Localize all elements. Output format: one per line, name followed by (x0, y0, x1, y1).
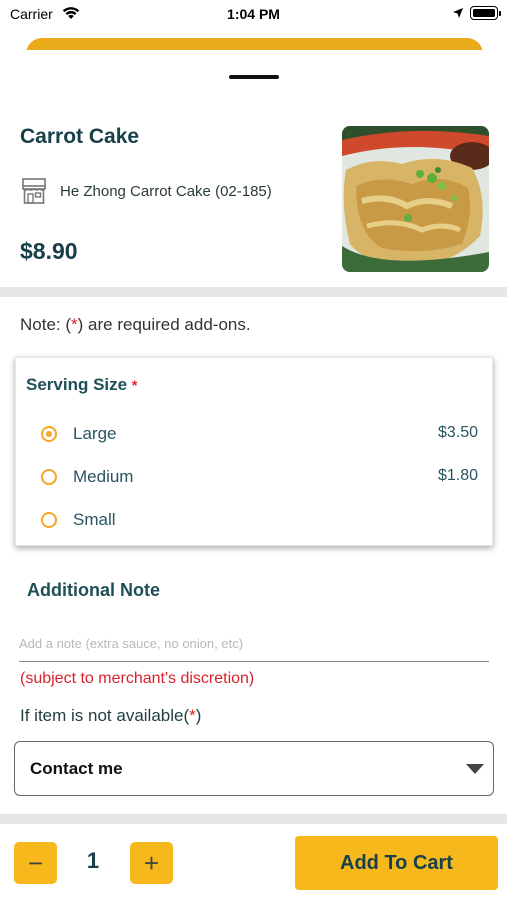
option-price: $3.50 (437, 424, 478, 441)
radio-selected-icon[interactable] (41, 426, 57, 442)
status-bar: Carrier 1:04 PM (0, 0, 507, 30)
required-note-suffix: ) are required add-ons. (77, 315, 251, 334)
required-star: * (189, 706, 196, 725)
required-star: * (131, 377, 138, 393)
option-medium[interactable]: Medium $1.80 (16, 462, 494, 492)
serving-size-card: Serving Size * Large $3.50 Medium $1.80 … (15, 357, 493, 546)
radio-icon[interactable] (41, 512, 57, 528)
increment-button[interactable]: + (130, 842, 173, 884)
option-price: $1.80 (437, 467, 478, 484)
radio-icon[interactable] (41, 469, 57, 485)
status-time: 1:04 PM (227, 6, 280, 22)
required-note-prefix: Note: ( (20, 315, 72, 334)
sheet-body-top (0, 50, 507, 60)
additional-note-title: Additional Note (27, 580, 160, 600)
add-to-cart-button[interactable]: Add To Cart (295, 836, 498, 890)
note-input[interactable] (19, 626, 489, 662)
decrement-button[interactable]: − (14, 842, 57, 884)
item-title: Carrot Cake (20, 125, 140, 148)
discretion-disclaimer: (subject to merchant's discretion) (20, 670, 255, 687)
store-icon (22, 178, 46, 204)
battery-icon (470, 6, 501, 20)
option-label: Small (73, 510, 116, 529)
merchant-name: He Zhong Carrot Cake (02-185) (60, 183, 272, 200)
serving-size-label: Serving Size (26, 375, 128, 394)
serving-size-title: Serving Size * (26, 375, 137, 395)
required-star: * (71, 315, 78, 334)
required-note: Note: (*) are required add-ons. (20, 315, 251, 335)
food-photo (342, 126, 489, 272)
location-arrow-icon (453, 8, 463, 18)
item-price: $8.90 (20, 238, 78, 264)
option-label: Medium (73, 467, 134, 486)
select-value: Contact me (30, 759, 123, 778)
option-large[interactable]: Large $3.50 (16, 419, 494, 449)
unavailable-label: If item is not available(*) (20, 706, 201, 726)
unavailable-label-text: If item is not available( (20, 706, 190, 725)
quantity-value: 1 (86, 848, 100, 873)
unavailable-select[interactable]: Contact me (14, 741, 494, 796)
section-divider (0, 287, 507, 297)
drag-handle[interactable] (229, 75, 279, 79)
unavailable-label-suffix: ) (195, 706, 202, 725)
option-label: Large (73, 424, 117, 443)
option-small[interactable]: Small (16, 505, 494, 535)
chevron-down-icon[interactable] (466, 764, 484, 774)
section-divider (0, 814, 507, 824)
